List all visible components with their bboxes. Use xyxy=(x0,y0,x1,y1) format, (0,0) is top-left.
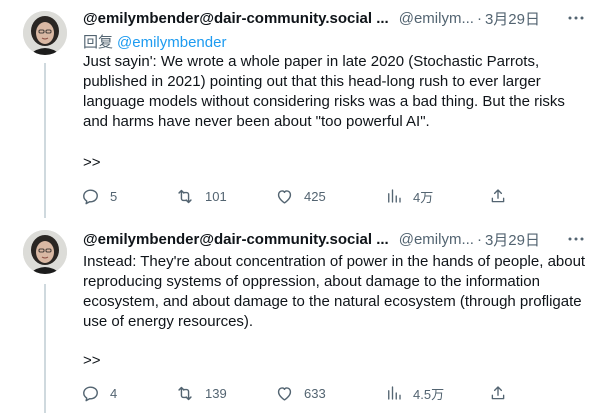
separator-dot: · xyxy=(476,230,482,248)
reply-to-mention-link[interactable]: @emilymbender xyxy=(117,34,226,51)
timestamp[interactable]: 3月29日 xyxy=(485,229,540,250)
views-button[interactable]: 4万 xyxy=(385,185,433,207)
reply-to-line: 回复 @emilymbender xyxy=(83,31,226,52)
avatar[interactable] xyxy=(23,11,67,55)
tweet-header: @emilymbender@dair-community.social ... … xyxy=(83,8,592,28)
retweet-icon xyxy=(175,384,195,403)
user-handle[interactable]: @emilym... xyxy=(399,10,474,27)
tweet[interactable]: @emilymbender@dair-community.social ... … xyxy=(0,222,602,413)
user-handle[interactable]: @emilym... xyxy=(399,231,474,248)
more-icon[interactable] xyxy=(566,229,586,249)
reply-button[interactable]: 4 xyxy=(81,382,117,404)
retweet-button[interactable]: 101 xyxy=(175,185,227,207)
retweet-count: 101 xyxy=(205,188,227,204)
timestamp[interactable]: 3月29日 xyxy=(485,8,540,29)
reply-to-label: 回复 xyxy=(83,34,114,51)
tweet-actions: 5 101 425 4万 xyxy=(81,185,531,207)
views-button[interactable]: 4.5万 xyxy=(385,382,444,404)
separator-dot: · xyxy=(476,9,482,27)
heart-icon xyxy=(275,384,294,403)
like-count: 633 xyxy=(304,385,326,401)
tweet-header: @emilymbender@dair-community.social ... … xyxy=(83,229,592,249)
views-icon xyxy=(385,187,403,205)
tweet-text: Instead: They're about concentration of … xyxy=(83,253,586,330)
share-icon xyxy=(489,384,507,402)
reply-count: 4 xyxy=(110,385,118,401)
display-name[interactable]: @emilymbender@dair-community.social ... xyxy=(83,10,389,27)
heart-icon xyxy=(275,187,294,206)
more-icon[interactable] xyxy=(566,8,586,28)
avatar[interactable] xyxy=(23,230,67,274)
retweet-button[interactable]: 139 xyxy=(175,382,227,404)
view-count: 4万 xyxy=(413,189,434,205)
share-icon xyxy=(489,187,507,205)
retweet-icon xyxy=(175,187,195,206)
view-count: 4.5万 xyxy=(413,386,445,402)
reply-icon xyxy=(81,187,100,206)
views-icon xyxy=(385,384,403,402)
thread-continuation-marker: >> xyxy=(83,154,101,171)
tweet-text: Just sayin': We wrote a whole paper in l… xyxy=(83,53,565,130)
retweet-count: 139 xyxy=(205,385,227,401)
reply-count: 5 xyxy=(110,188,118,204)
like-count: 425 xyxy=(304,188,326,204)
reply-icon xyxy=(81,384,100,403)
share-button[interactable] xyxy=(489,185,507,207)
share-button[interactable] xyxy=(489,382,507,404)
tweet[interactable]: @emilymbender@dair-community.social ... … xyxy=(0,0,602,218)
tweet-actions: 4 139 633 4.5万 xyxy=(81,382,531,404)
reply-button[interactable]: 5 xyxy=(81,185,117,207)
like-button[interactable]: 425 xyxy=(275,185,326,207)
like-button[interactable]: 633 xyxy=(275,382,326,404)
display-name[interactable]: @emilymbender@dair-community.social ... xyxy=(83,231,389,248)
thread-continuation-marker: >> xyxy=(83,352,101,369)
